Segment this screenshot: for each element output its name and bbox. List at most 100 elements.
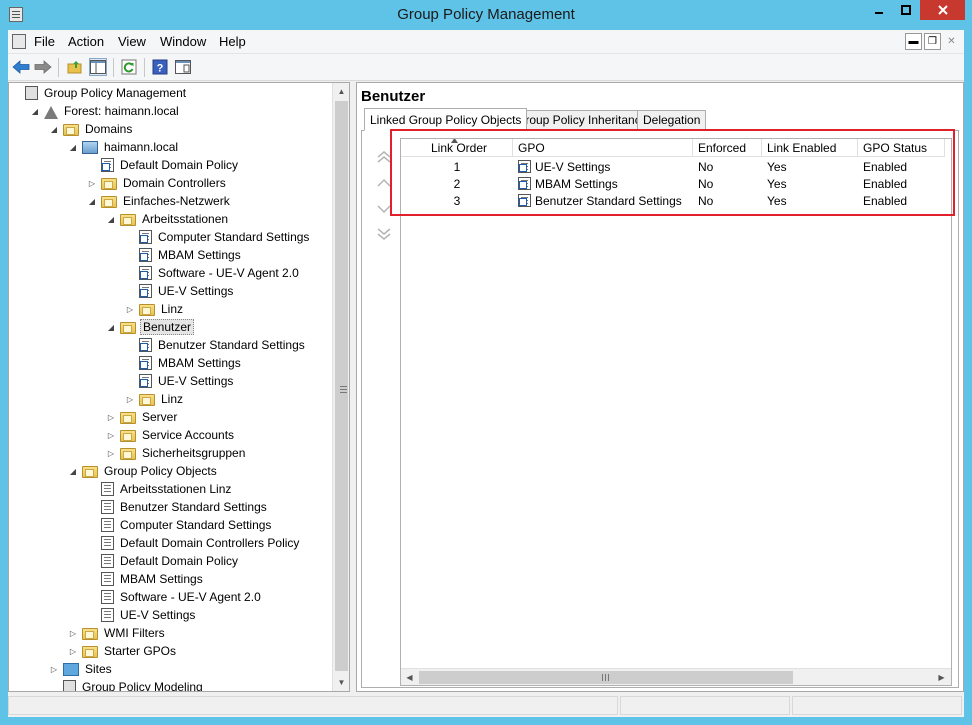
tab-delegation[interactable]: Delegation <box>637 110 707 130</box>
collapse-icon[interactable]: ◢ <box>30 107 40 116</box>
collapse-icon[interactable]: ◢ <box>68 467 78 476</box>
tree-item[interactable]: UE-V Settings <box>87 606 197 624</box>
properties-button[interactable] <box>174 58 192 76</box>
refresh-button[interactable] <box>120 58 138 76</box>
tree-item[interactable]: MBAM Settings <box>125 354 243 372</box>
tree-item[interactable]: ▷ Linz <box>125 300 185 318</box>
collapse-icon[interactable]: ◢ <box>87 197 97 206</box>
title-bar[interactable]: Group Policy Management <box>0 0 972 30</box>
forward-button[interactable] <box>34 58 52 76</box>
minimize-button[interactable] <box>866 0 892 20</box>
move-down-button[interactable] <box>376 202 392 216</box>
collapse-icon[interactable]: ◢ <box>49 125 59 134</box>
tree-item[interactable]: Default Domain Policy <box>87 156 240 174</box>
tree-item[interactable]: ▷ WMI Filters <box>68 624 167 642</box>
col-gpo-status[interactable]: GPO Status <box>858 139 945 157</box>
menu-action[interactable]: Action <box>68 34 104 49</box>
col-link-enabled[interactable]: Link Enabled <box>762 139 858 157</box>
tree-item[interactable]: UE-V Settings <box>125 282 235 300</box>
move-top-button[interactable] <box>376 150 392 164</box>
tree-item-label: Computer Standard Settings <box>120 518 272 532</box>
back-button[interactable] <box>12 58 30 76</box>
tree-item[interactable]: ◢ Forest: haimann.local <box>30 102 181 120</box>
tree-item[interactable]: MBAM Settings <box>87 570 205 588</box>
up-one-level-button[interactable] <box>66 58 84 76</box>
console-tree[interactable]: Group Policy Management ◢ Forest: haimann.… <box>8 82 350 692</box>
menu-window[interactable]: Window <box>160 34 206 49</box>
cell-text: 3 <box>453 193 461 208</box>
col-gpo[interactable]: GPO <box>513 139 693 157</box>
tree-item[interactable]: ▷ Domain Controllers <box>87 174 228 192</box>
tree-item[interactable]: ▷ Starter GPOs <box>68 642 178 660</box>
tab-gp-inheritance[interactable]: Group Policy Inheritance <box>510 110 654 130</box>
menu-file[interactable]: File <box>34 34 55 49</box>
mdi-child-icon[interactable] <box>12 34 26 49</box>
tree-item[interactable]: Benutzer Standard Settings <box>87 498 269 516</box>
col-link-order[interactable]: Link Order <box>401 139 513 157</box>
gpo-link-row[interactable]: 3 Benutzer Standard Settings No Yes Enabled <box>401 192 945 209</box>
toolbar-separator <box>113 58 114 77</box>
tree-item[interactable]: ◢ Benutzer <box>106 318 195 336</box>
col-enforced[interactable]: Enforced <box>693 139 762 157</box>
cell-link-enabled: Yes <box>762 177 858 191</box>
tree-item[interactable]: UE-V Settings <box>125 372 235 390</box>
tree-item[interactable]: ▷ Service Accounts <box>106 426 236 444</box>
tree-item[interactable]: Arbeitsstationen Linz <box>87 480 233 498</box>
list-horizontal-scrollbar[interactable]: ◀ ▶ <box>401 668 951 685</box>
tree-vertical-scrollbar[interactable]: ▲ ▼ <box>332 83 349 691</box>
close-button[interactable] <box>920 0 965 20</box>
tree-item[interactable]: ▷ Linz <box>125 390 185 408</box>
move-up-button[interactable] <box>376 176 392 190</box>
help-button[interactable]: ? <box>151 58 169 76</box>
scroll-right-icon[interactable]: ▶ <box>933 669 950 685</box>
expand-icon[interactable]: ▷ <box>106 413 116 422</box>
expand-icon[interactable]: ▷ <box>125 305 135 314</box>
tree-item[interactable]: Benutzer Standard Settings <box>125 336 307 354</box>
show-hide-tree-button[interactable] <box>89 58 107 76</box>
gpo-link-row[interactable]: 2 MBAM Settings No Yes Enabled <box>401 175 945 192</box>
mdi-restore-icon[interactable]: ❐ <box>924 33 941 50</box>
gpo-link-row[interactable]: 1 UE-V Settings No Yes Enabled <box>401 158 945 175</box>
tree-item[interactable]: ▷ Sites <box>49 660 114 678</box>
scroll-down-icon[interactable]: ▼ <box>333 674 349 691</box>
move-bottom-button[interactable] <box>376 226 392 240</box>
expand-icon[interactable]: ▷ <box>68 647 78 656</box>
tree-item[interactable]: Software - UE-V Agent 2.0 <box>125 264 301 282</box>
scroll-up-icon[interactable]: ▲ <box>333 83 349 100</box>
menu-help[interactable]: Help <box>219 34 246 49</box>
window-title: Group Policy Management <box>397 6 575 23</box>
tree-item[interactable]: ▷ Server <box>106 408 179 426</box>
collapse-icon[interactable]: ◢ <box>68 143 78 152</box>
tab-linked-gpos[interactable]: Linked Group Policy Objects <box>364 108 528 131</box>
tree-item[interactable]: ◢ Domains <box>49 120 134 138</box>
scrollbar-thumb[interactable] <box>335 101 348 671</box>
tree-item[interactable]: ▷ Sicherheitsgruppen <box>106 444 247 462</box>
expand-icon[interactable]: ▷ <box>106 449 116 458</box>
hscroll-thumb[interactable] <box>419 671 793 684</box>
tree-item[interactable]: Group Policy Management <box>11 84 188 102</box>
tree-item[interactable]: Computer Standard Settings <box>87 516 273 534</box>
expand-icon[interactable]: ▷ <box>68 629 78 638</box>
tree-item[interactable]: ◢ Arbeitsstationen <box>106 210 230 228</box>
tree-item[interactable]: Default Domain Controllers Policy <box>87 534 301 552</box>
tree-item[interactable]: Group Policy Modeling <box>49 678 205 691</box>
tree-item[interactable]: ◢ haimann.local <box>68 138 180 156</box>
expand-icon[interactable]: ▷ <box>106 431 116 440</box>
tree-item[interactable]: MBAM Settings <box>125 246 243 264</box>
mdi-close-icon[interactable]: ✕ <box>943 33 960 50</box>
tree-item[interactable]: Software - UE-V Agent 2.0 <box>87 588 263 606</box>
maximize-button[interactable] <box>893 0 919 20</box>
menu-view[interactable]: View <box>118 34 146 49</box>
expand-icon[interactable]: ▷ <box>49 665 59 674</box>
scroll-left-icon[interactable]: ◀ <box>401 669 418 685</box>
mdi-minimize-icon[interactable]: ▬ <box>905 33 922 50</box>
expand-icon[interactable]: ▷ <box>87 179 97 188</box>
linked-gpo-list[interactable]: Link Order GPO Enforced Link Enabled GPO… <box>400 138 952 686</box>
expand-icon[interactable]: ▷ <box>125 395 135 404</box>
tree-item[interactable]: Computer Standard Settings <box>125 228 311 246</box>
tree-item[interactable]: Default Domain Policy <box>87 552 240 570</box>
collapse-icon[interactable]: ◢ <box>106 323 116 332</box>
tree-item[interactable]: ◢ Group Policy Objects <box>68 462 219 480</box>
tree-item[interactable]: ◢ Einfaches-Netzwerk <box>87 192 232 210</box>
collapse-icon[interactable]: ◢ <box>106 215 116 224</box>
